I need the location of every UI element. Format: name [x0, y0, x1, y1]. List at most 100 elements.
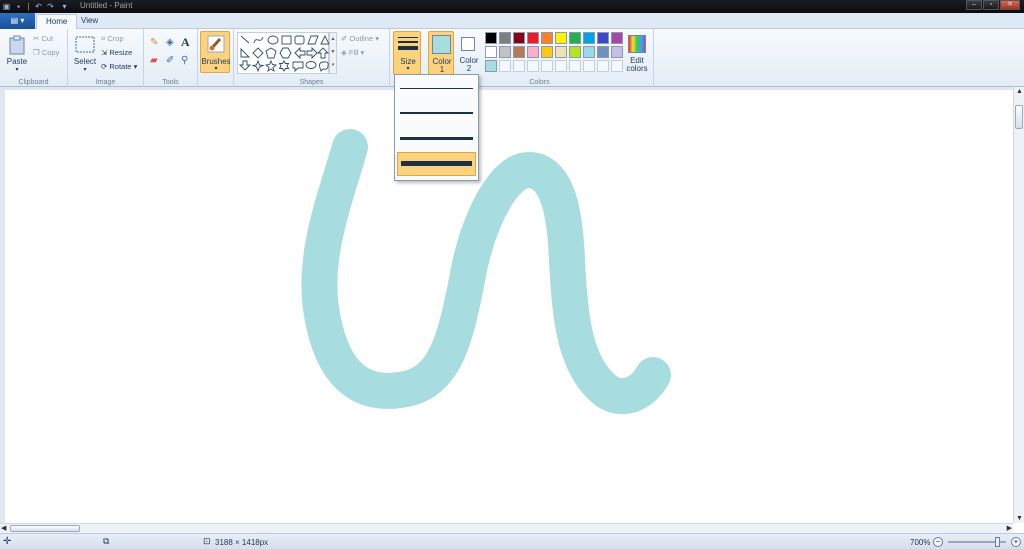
four-point-star-shape-icon	[251, 59, 265, 73]
drawing-canvas[interactable]	[5, 90, 1013, 523]
palette-swatch-1-5[interactable]	[541, 32, 553, 44]
palette-swatch-1-7[interactable]	[569, 32, 581, 44]
palette-swatch-3-5[interactable]	[541, 60, 553, 72]
rounded-rectangle-shape-icon	[294, 35, 305, 45]
color-palette	[482, 29, 623, 77]
palette-swatch-2-9[interactable]	[597, 46, 609, 58]
zoom-in-button[interactable]: +	[1011, 537, 1021, 547]
close-button[interactable]: ✕	[1000, 0, 1020, 10]
size-option-1px[interactable]	[397, 77, 476, 101]
palette-swatch-3-2[interactable]	[499, 60, 511, 72]
color2-button[interactable]: Color 2	[456, 31, 482, 75]
color2-swatch	[461, 37, 475, 51]
palette-swatch-2-1[interactable]	[485, 46, 497, 58]
palette-swatch-2-2[interactable]	[499, 46, 511, 58]
palette-swatch-2-3[interactable]	[513, 46, 525, 58]
shapes-group-label: Shapes	[299, 79, 324, 86]
palette-swatch-1-6[interactable]	[555, 32, 567, 44]
vertical-scrollbar[interactable]: ▲ ▼	[1013, 87, 1024, 523]
scroll-up-arrow-icon[interactable]: ▲	[1016, 88, 1023, 95]
size-option-3px[interactable]	[397, 102, 476, 126]
shapes-scroll[interactable]: ▲ ▼ ▾	[329, 32, 337, 74]
fill-button[interactable]: ◈ Fill ▾	[341, 48, 364, 57]
brushes-dropdown-icon: ▾	[214, 66, 218, 72]
horizontal-scroll-thumb[interactable]	[10, 525, 80, 532]
palette-swatch-3-7[interactable]	[569, 60, 581, 72]
palette-swatch-2-7[interactable]	[569, 46, 581, 58]
palette-swatch-3-6[interactable]	[555, 60, 567, 72]
ribbon-tab-bar: ▤ ▾ Home View	[0, 13, 1024, 30]
paint-app-icon[interactable]: ▣	[2, 2, 11, 11]
scroll-left-arrow-icon[interactable]: ◀	[1, 524, 6, 532]
palette-swatch-3-4[interactable]	[527, 60, 539, 72]
outline-button[interactable]: ✐ Outline ▾	[341, 34, 379, 43]
copy-button[interactable]: ❐ Copy	[33, 48, 59, 57]
palette-swatch-3-3[interactable]	[513, 60, 525, 72]
crop-button[interactable]: ⌗ Crop	[101, 34, 124, 44]
six-point-star-shape-icon	[278, 60, 290, 72]
paste-icon	[9, 35, 25, 55]
color1-number: 1	[439, 65, 445, 74]
file-menu-icon: ▤ ▾	[10, 16, 25, 25]
palette-swatch-1-9[interactable]	[597, 32, 609, 44]
palette-swatch-2-5[interactable]	[541, 46, 553, 58]
window-title: Untitled - Paint	[80, 1, 133, 10]
tab-view[interactable]: View	[72, 14, 107, 29]
palette-swatch-2-4[interactable]	[527, 46, 539, 58]
clipboard-group: Paste ▾ ✂ Cut ❐ Copy Clipboard	[0, 29, 68, 87]
color-spectrum-icon	[628, 35, 646, 53]
color1-button[interactable]: Color 1	[428, 31, 454, 75]
size-line-3	[400, 137, 473, 140]
scroll-right-arrow-icon[interactable]: ▶	[1007, 524, 1012, 532]
paste-button[interactable]: Paste ▾	[4, 33, 30, 75]
resize-button[interactable]: ⇲ Resize	[101, 48, 132, 57]
horizontal-scrollbar[interactable]: ◀ ▶	[0, 523, 1013, 533]
brushes-button[interactable]: Brushes ▾	[200, 31, 231, 73]
size-option-8px[interactable]	[397, 152, 476, 176]
save-icon[interactable]: ▪	[14, 2, 23, 11]
undo-icon[interactable]: ↶	[34, 2, 43, 11]
text-tool-icon[interactable]: A	[181, 35, 190, 50]
tools-group: ✎ ◈ A ▰ ✐ ⚲ Tools	[144, 29, 198, 87]
brushes-group: Brushes ▾	[198, 29, 234, 87]
redo-icon[interactable]: ↷	[46, 2, 55, 11]
palette-swatch-3-1[interactable]	[485, 60, 497, 72]
edit-colors-button[interactable]: Edit colors	[622, 31, 652, 75]
scroll-down-arrow-icon[interactable]: ▼	[1016, 515, 1023, 522]
down-arrow-shape-icon	[238, 60, 252, 71]
fill-bucket-icon[interactable]: ◈	[166, 37, 174, 48]
palette-swatch-3-8[interactable]	[583, 60, 595, 72]
vertical-scroll-thumb[interactable]	[1015, 105, 1023, 129]
five-point-star-shape-icon	[264, 59, 278, 73]
palette-swatch-1-4[interactable]	[527, 32, 539, 44]
cut-button[interactable]: ✂ Cut	[33, 34, 53, 43]
palette-swatch-1-8[interactable]	[583, 32, 595, 44]
palette-swatch-1-1[interactable]	[485, 32, 497, 44]
color-picker-icon[interactable]: ✐	[166, 55, 174, 66]
customize-quick-access-icon[interactable]: ▾	[60, 2, 69, 11]
palette-swatch-3-9[interactable]	[597, 60, 609, 72]
pencil-icon[interactable]: ✎	[150, 37, 158, 48]
select-button[interactable]: Select ▾	[72, 33, 98, 75]
palette-swatch-2-6[interactable]	[555, 46, 567, 58]
fill-icon: ◈	[341, 48, 349, 57]
palette-swatch-1-2[interactable]	[499, 32, 511, 44]
resize-label: Resize	[109, 48, 133, 57]
zoom-out-button[interactable]: −	[933, 537, 943, 547]
maximize-button[interactable]: ▫	[983, 0, 999, 10]
minimize-button[interactable]: –	[966, 0, 982, 10]
size-button[interactable]: Size ▾	[393, 31, 421, 75]
palette-swatch-2-8[interactable]	[583, 46, 595, 58]
rotate-label: Rotate	[109, 62, 132, 71]
eraser-icon[interactable]: ▰	[150, 55, 158, 66]
palette-swatch-1-3[interactable]	[513, 32, 525, 44]
magnifier-icon[interactable]: ⚲	[181, 55, 188, 66]
line-size-icon	[398, 37, 418, 50]
zoom-slider-thumb[interactable]	[994, 537, 1000, 547]
rotate-button[interactable]: ⟳ Rotate ▾	[101, 62, 137, 71]
size-option-5px[interactable]	[397, 127, 476, 151]
rectangle-shape-icon	[281, 35, 292, 45]
copy-label: Copy	[41, 48, 60, 57]
paste-label: Paste	[6, 57, 28, 66]
file-menu-button[interactable]: ▤ ▾	[0, 13, 35, 29]
